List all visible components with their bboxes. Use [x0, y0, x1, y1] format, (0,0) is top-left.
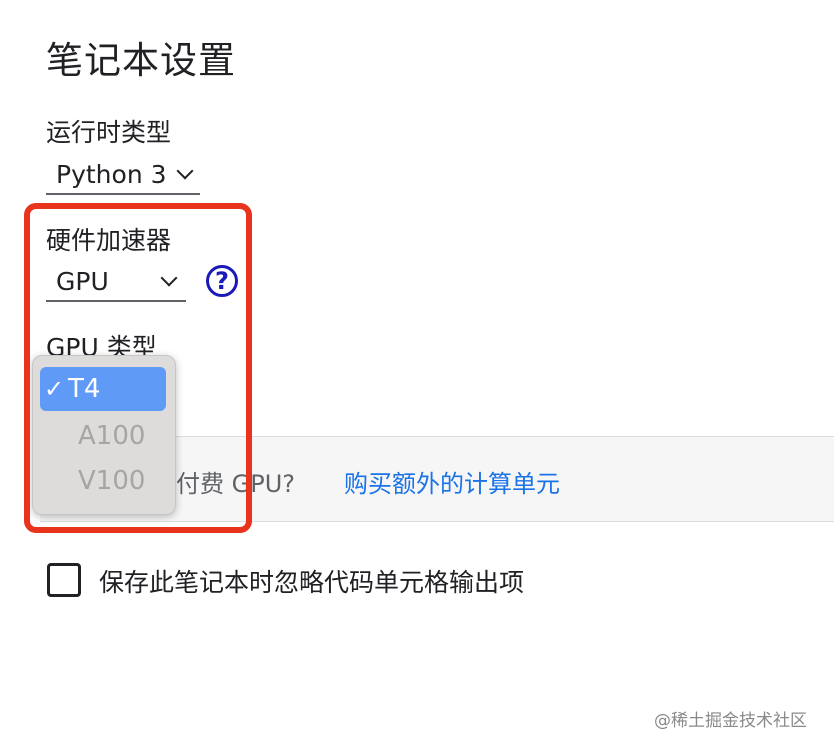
dialog-title: 笔记本设置 — [46, 39, 236, 82]
chevron-down-icon — [176, 162, 194, 180]
omit-output-checkbox[interactable] — [47, 563, 81, 597]
runtime-type-value: Python 3 — [56, 159, 167, 189]
buy-compute-units-link[interactable]: 购买额外的计算单元 — [344, 464, 560, 499]
runtime-type-label: 运行时类型 — [46, 118, 172, 147]
runtime-type-select[interactable]: Python 3 — [46, 155, 200, 195]
watermark-text: @稀土掘金技术社区 — [654, 711, 807, 731]
omit-output-label: 保存此笔记本时忽略代码单元格输出项 — [99, 568, 525, 597]
highlight-annotation-box — [24, 203, 252, 533]
